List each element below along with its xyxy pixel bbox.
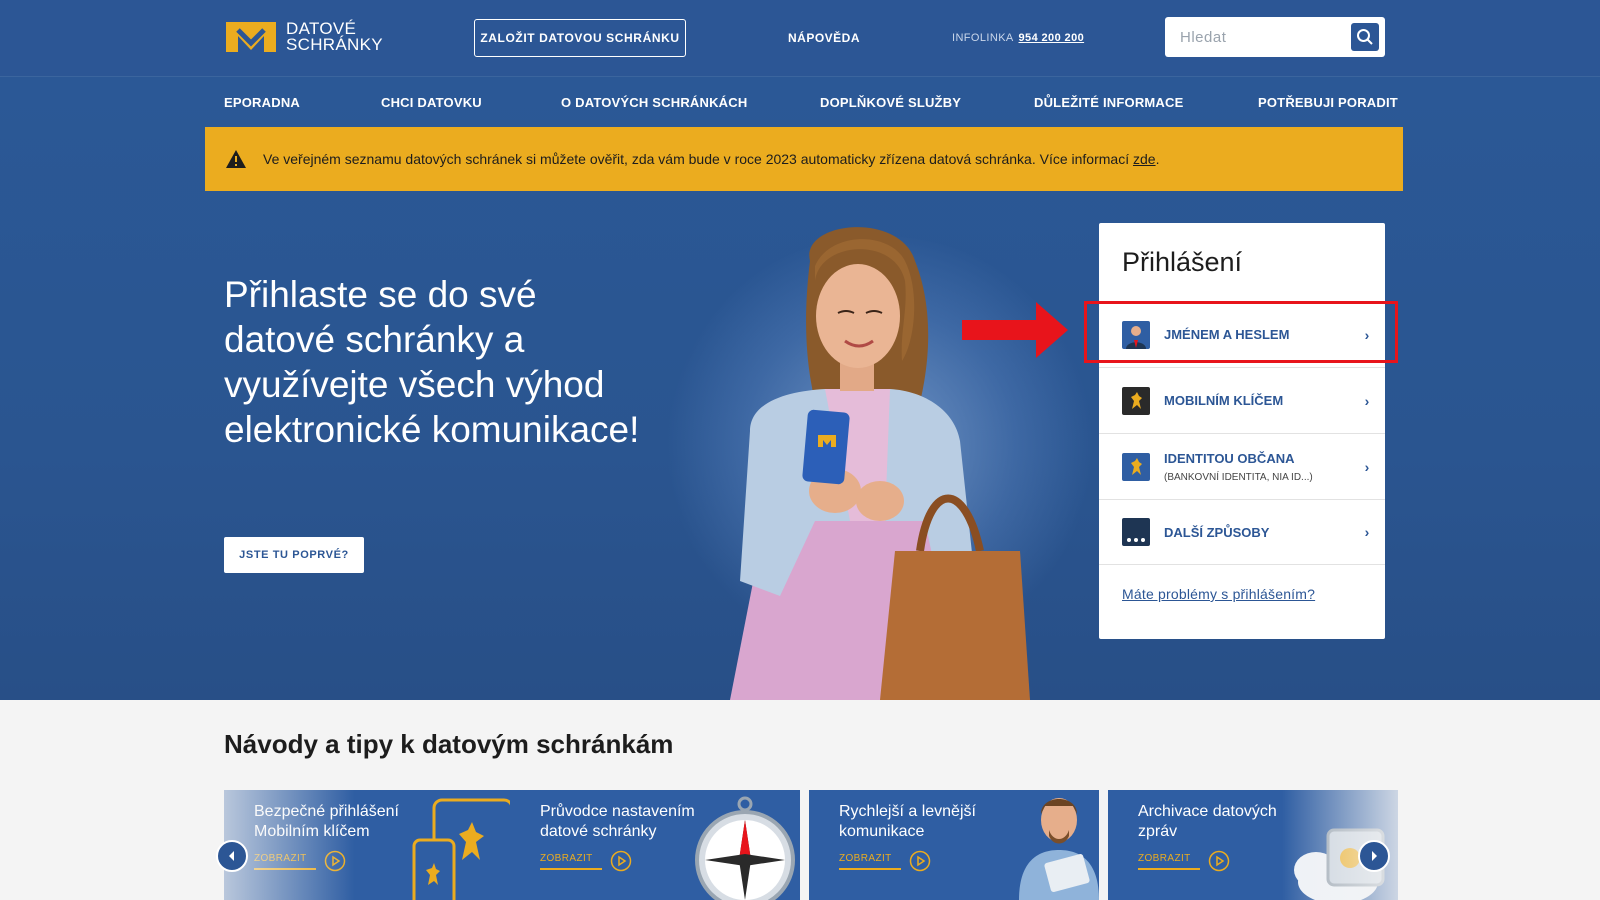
logo-mark-icon — [226, 22, 276, 52]
login-option-text: MOBILNÍM KLÍČEM — [1164, 393, 1349, 408]
czech-lion-icon — [1122, 386, 1150, 415]
tip-card-cta[interactable]: ZOBRAZIT — [1138, 850, 1230, 872]
nav-item-dulezite-informace[interactable]: DŮLEŽITÉ INFORMACE — [1034, 95, 1183, 110]
play-icon — [324, 850, 346, 872]
play-icon — [1208, 850, 1230, 872]
tip-card-cta[interactable]: ZOBRAZIT — [839, 850, 931, 872]
warning-icon — [226, 150, 246, 168]
login-option-label: DALŠÍ ZPŮSOBY — [1164, 524, 1270, 540]
top-bar: DATOVÉ SCHRÁNKY ZALOŽIT DATOVOU SCHRÁNKU… — [0, 0, 1600, 76]
tip-card-cta-label: ZOBRAZIT — [254, 853, 316, 870]
login-option-citizen-identity[interactable]: IDENTITOU OBČANA (BANKOVNÍ IDENTITA, NIA… — [1099, 433, 1385, 499]
more-dots-icon — [1122, 518, 1150, 546]
infoline-number[interactable]: 954 200 200 — [1019, 32, 1085, 44]
logo-text: DATOVÉ SCHRÁNKY — [286, 20, 383, 54]
login-option-label: IDENTITOU OBČANA — [1164, 450, 1295, 466]
create-mailbox-button[interactable]: ZALOŽIT DATOVOU SCHRÁNKU — [474, 19, 686, 57]
login-option-sublabel: (BANKOVNÍ IDENTITA, NIA ID...) — [1164, 471, 1313, 483]
logo[interactable]: DATOVÉ SCHRÁNKY — [224, 20, 383, 54]
tip-card-cta-label: ZOBRAZIT — [839, 853, 901, 870]
tip-card-cta[interactable]: ZOBRAZIT — [254, 850, 346, 872]
login-option-label: MOBILNÍM KLÍČEM — [1164, 393, 1284, 408]
tip-card-cta[interactable]: ZOBRAZIT — [540, 850, 632, 872]
first-time-button[interactable]: JSTE TU POPRVÉ? — [224, 537, 364, 573]
login-problem-link[interactable]: Máte problémy s přihlášením? — [1122, 586, 1315, 602]
nav-item-o-datovych-schrankach[interactable]: O DATOVÝCH SCHRÁNKÁCH — [561, 95, 747, 110]
search-input[interactable] — [1165, 17, 1345, 57]
tip-card-archiving[interactable]: Archivace datových zpráv ZOBRAZIT — [1108, 790, 1398, 900]
compass-image — [695, 796, 795, 900]
hero-headline: Přihlaste se do své datové schránky a vy… — [224, 274, 640, 450]
play-icon — [610, 850, 632, 872]
infoline: INFOLINKA 954 200 200 — [952, 32, 1084, 44]
play-icon — [909, 850, 931, 872]
login-option-mobile-key[interactable]: MOBILNÍM KLÍČEM › — [1099, 367, 1385, 433]
login-option-other-methods[interactable]: DALŠÍ ZPŮSOBY › — [1099, 499, 1385, 565]
nav-item-eporadna[interactable]: EPORADNA — [224, 95, 300, 110]
search-icon — [1357, 29, 1373, 45]
nav-item-potrebuji-poradit[interactable]: POTŘEBUJI PORADIT — [1258, 95, 1398, 110]
alert-link[interactable]: zde — [1133, 151, 1156, 167]
carousel-next-button[interactable] — [1358, 840, 1390, 872]
alert-message: Ve veřejném seznamu datových schránek si… — [263, 151, 1133, 167]
nav-item-chci-datovku[interactable]: CHCI DATOVKU — [381, 95, 482, 110]
main-nav: EPORADNA CHCI DATOVKU O DATOVÝCH SCHRÁNK… — [0, 76, 1600, 126]
highlight-box — [1084, 301, 1398, 363]
chevron-left-icon — [229, 851, 234, 861]
login-option-text: DALŠÍ ZPŮSOBY — [1164, 525, 1349, 540]
tip-card-cta-label: ZOBRAZIT — [540, 853, 602, 870]
nav-item-doplnkove-sluzby[interactable]: DOPLŇKOVÉ SLUŽBY — [820, 95, 961, 110]
tips-title: Návody a tipy k datovým schránkám — [224, 729, 674, 759]
chevron-right-icon: › — [1364, 392, 1370, 409]
chevron-right-icon: › — [1364, 524, 1370, 540]
chevron-right-icon: › — [1364, 458, 1370, 475]
tip-card-mobile-key[interactable]: Bezpečné přihlášení Mobilním klíčem ZOBR… — [224, 790, 514, 900]
czech-lion-icon — [1122, 452, 1150, 481]
alert-end: . — [1155, 151, 1160, 167]
info-alert: Ve veřejném seznamu datových schránek si… — [205, 127, 1403, 191]
tip-card-setup-guide[interactable]: Průvodce nastavením datové schránky ZOBR… — [510, 790, 800, 900]
login-card: Přihlášení JMÉNEM A HESLEM › MOBILNÍM KL… — [1099, 223, 1385, 639]
red-arrow-icon — [962, 302, 1068, 358]
chevron-right-icon — [1372, 851, 1377, 861]
tip-card-cta-label: ZOBRAZIT — [1138, 853, 1200, 870]
alert-text: Ve veřejném seznamu datových schránek si… — [263, 151, 1159, 167]
woman-with-phone-image — [730, 227, 1030, 700]
hero-section: EPORADNA CHCI DATOVKU O DATOVÝCH SCHRÁNK… — [0, 76, 1600, 700]
help-link[interactable]: NÁPOVĚDA — [788, 31, 860, 45]
infoline-label: INFOLINKA — [952, 32, 1014, 44]
tablet-phone-lion-image — [412, 798, 514, 900]
man-with-tablet-image — [1019, 798, 1099, 900]
search-button[interactable] — [1351, 23, 1379, 51]
tip-card-faster-communication[interactable]: Rychlejší a levnější komunikace ZOBRAZIT — [809, 790, 1099, 900]
search-box — [1165, 17, 1385, 57]
carousel-prev-button[interactable] — [216, 840, 248, 872]
logo-line-2: SCHRÁNKY — [286, 35, 383, 54]
login-title: Přihlášení — [1122, 247, 1243, 277]
login-option-text: IDENTITOU OBČANA (BANKOVNÍ IDENTITA, NIA… — [1164, 451, 1349, 483]
